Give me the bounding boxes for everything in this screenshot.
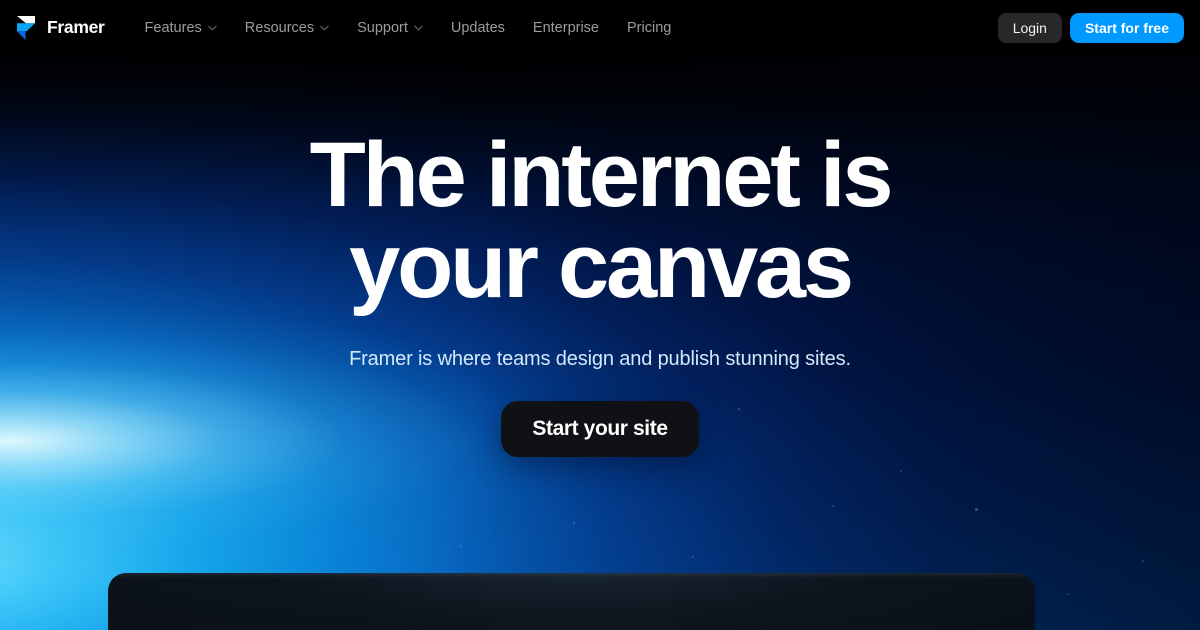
framer-logo-icon [17, 15, 35, 40]
brand-logo-link[interactable]: Framer [14, 15, 105, 41]
nav-item-support[interactable]: Support [343, 14, 437, 42]
header-actions: Login Start for free [997, 12, 1184, 43]
site-header: Framer Features Resources Support Update… [0, 0, 1200, 55]
framer-landing-page: Framer Features Resources Support Update… [0, 0, 1200, 630]
start-your-site-button[interactable]: Start your site [501, 401, 699, 458]
headline-line-2: your canvas [349, 215, 854, 318]
nav-item-label: Support [357, 19, 408, 36]
product-preview-panel[interactable] [108, 573, 1035, 630]
nav-item-enterprise[interactable]: Enterprise [519, 14, 613, 42]
start-for-free-button[interactable]: Start for free [1069, 12, 1184, 43]
nav-item-label: Pricing [627, 19, 672, 36]
panel-sheen-overlay [108, 573, 1035, 630]
nav-item-label: Updates [450, 19, 505, 36]
chevron-down-icon [208, 25, 217, 30]
brand-name: Framer [47, 17, 105, 37]
nav-item-label: Resources [244, 19, 315, 36]
hero-subtitle: Framer is where teams design and publish… [349, 348, 851, 371]
login-button[interactable]: Login [997, 12, 1062, 43]
chevron-down-icon [320, 25, 329, 30]
headline-line-1: The internet is [309, 124, 894, 226]
nav-item-features[interactable]: Features [131, 14, 231, 42]
nav-item-label: Features [144, 19, 202, 36]
nav-item-pricing[interactable]: Pricing [613, 14, 685, 42]
nav-item-updates[interactable]: Updates [437, 14, 519, 42]
chevron-down-icon [414, 25, 423, 30]
nav-item-label: Enterprise [532, 19, 599, 36]
page-title: The internet is your canvas [310, 129, 894, 318]
hero-section: The internet is your canvas Framer is wh… [0, 55, 1200, 458]
main-navigation: Features Resources Support Updates Enter… [131, 14, 686, 42]
nav-item-resources[interactable]: Resources [231, 14, 343, 42]
